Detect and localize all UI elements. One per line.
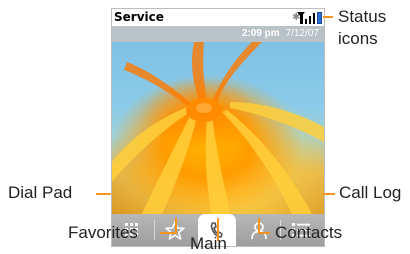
dial-pad-callout-line xyxy=(96,193,111,195)
dial-pad-label: Dial Pad xyxy=(8,183,73,202)
clock-date: 7/12/07 xyxy=(285,28,319,39)
status-icons-label-line2: icons xyxy=(338,29,378,48)
signal-icon xyxy=(297,12,305,24)
status-icons-label: Status xyxy=(338,7,387,26)
status-callout-line xyxy=(323,16,333,18)
contacts-callout-line xyxy=(258,232,270,234)
date-bar: 2:09 pm 7/12/07 xyxy=(112,26,324,42)
battery-icon xyxy=(317,12,322,24)
signal-bar xyxy=(313,13,315,24)
dock-divider xyxy=(154,220,155,240)
call-log-label: Call Log xyxy=(339,183,402,202)
signal-bar xyxy=(305,19,307,24)
favorites-callout-line xyxy=(160,232,177,234)
signal-bar xyxy=(309,16,311,24)
carrier-name: Service xyxy=(114,10,164,24)
main-label: Main xyxy=(190,234,227,253)
contacts-label: Contacts xyxy=(275,223,343,242)
call-log-callout-line xyxy=(323,193,335,195)
phone-screen: Service ✱ 2:09 pm 7/12/07 xyxy=(111,8,325,247)
status-icons[interactable]: ✱ xyxy=(292,11,322,24)
favorites-label: Favorites xyxy=(68,223,138,242)
flower-petals xyxy=(112,42,324,214)
clock-time: 2:09 pm xyxy=(241,28,280,39)
status-bar: Service ✱ xyxy=(112,9,324,26)
wallpaper-flower xyxy=(112,42,324,214)
favorites-callout-line xyxy=(175,218,177,233)
